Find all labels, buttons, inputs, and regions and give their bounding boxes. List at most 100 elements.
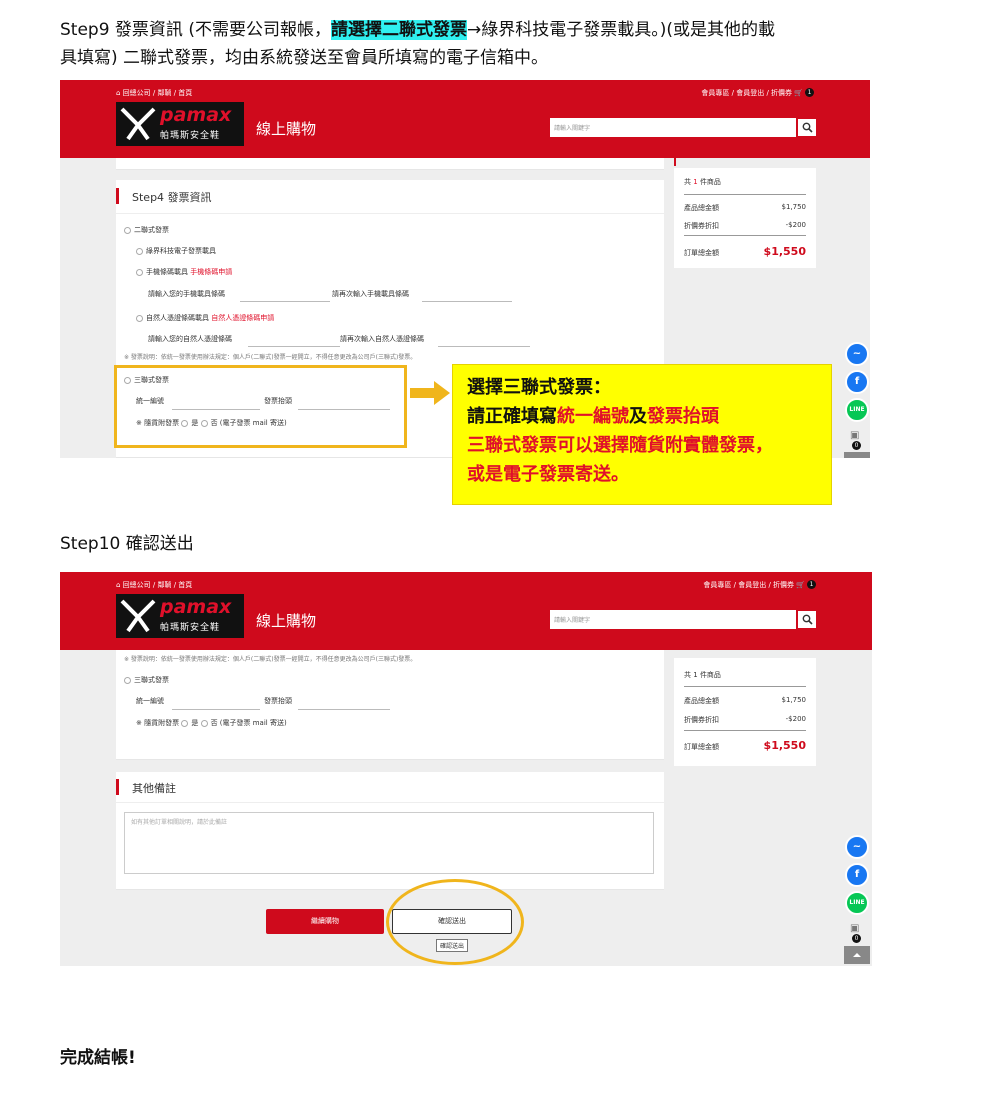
step9-heading: Step9 發票資訊 (不需要公司報帳，請選擇二聯式發票→綠界科技電子發票載具。… [60, 16, 940, 72]
mobile-confirm-field[interactable] [422, 301, 512, 302]
search-button[interactable] [797, 610, 817, 629]
step9-line2: 具填寫) 二聯式發票，均由系統發送至會員所填寫的電子信箱中。 [60, 48, 549, 68]
invoice-title-field[interactable] [298, 709, 390, 710]
panel-accent [116, 779, 119, 795]
citizen-input-label: 請輸入您的自然人憑證條碼 [148, 335, 232, 343]
paper-yes-label: 是 [191, 719, 199, 727]
coupon-link[interactable]: 折價券 [771, 89, 792, 97]
messenger-icon[interactable]: ~ [845, 835, 869, 859]
two-part-label: 二聯式發票 [134, 226, 169, 234]
remarks-textarea[interactable]: 如有其他訂單相關說明，請於此備註 [124, 812, 654, 874]
invoice-note: ※ 發票說明：依統一發票使用辦法規定：個人戶(二聯式)發票一經開立，不得任意更改… [124, 354, 417, 361]
pamax-logo[interactable]: pamax 帕瑪斯安全鞋 [116, 102, 244, 146]
citizen-carrier-label: 自然人憑證條碼載具 [146, 314, 209, 322]
breadcrumb-text: 回總公司 / 鄰鞝 / 首頁 [122, 89, 193, 97]
continue-shopping-button[interactable]: 繼續購物 [266, 909, 384, 934]
invoice-step-title: Step4 發票資訊 [132, 191, 212, 204]
callout-note: 選擇三聯式發票： 請正確填寫統一編號及發票抬頭 三聯式發票可以選擇隨貨附實體發票… [452, 364, 832, 505]
subtotal-value: $1,750 [781, 203, 807, 211]
pamax-logo[interactable]: pamax 帕瑪斯安全鞋 [116, 594, 244, 638]
site-title: 線上購物 [256, 612, 317, 630]
callout-line2-a: 請正確填寫 [467, 406, 557, 427]
history-badge: 0 [852, 441, 861, 450]
site-header: ⌂ 回總公司 / 鄰鞝 / 首頁 會員專區 / 會員登出 / 折價券 🛒 1 pa… [60, 572, 872, 650]
scroll-top-button[interactable] [844, 452, 870, 458]
mobile-confirm-label: 請再次輸入手機載具條碼 [332, 290, 409, 298]
invoice-note: ※ 發票說明：依統一發票使用辦法規定：個人戶(二聯式)發票一經開立，不得任意更改… [124, 656, 417, 663]
radio-icon [136, 268, 143, 276]
coupon-row: 折價券折扣 -$200 [684, 715, 806, 725]
citizen-confirm-field[interactable] [438, 346, 530, 347]
mobile-apply-link[interactable]: 手機條碼申請 [190, 268, 232, 276]
two-part-radio[interactable]: 二聯式發票 [124, 225, 169, 235]
top-links: 會員專區 / 會員登出 / 折價券 🛒 1 [701, 88, 814, 98]
cart-icon[interactable]: 🛒 [794, 89, 803, 97]
submit-highlight-ellipse [386, 879, 524, 965]
panel-accent [116, 188, 119, 204]
search-button[interactable] [797, 118, 817, 137]
logo-cn: 帕瑪斯安全鞋 [160, 623, 221, 633]
line-icon[interactable]: LINE [845, 891, 869, 915]
history-icon[interactable]: ▣0 [850, 923, 870, 943]
paper-yes-radio[interactable] [181, 719, 189, 727]
total-row: 訂單總金額 $1,550 [684, 739, 806, 752]
mobile-carrier-radio[interactable]: 手機條碼載具 手機條碼申請 [136, 267, 232, 277]
item-count: 共 1 件商品 [684, 177, 806, 187]
done-text: 完成結帳! [60, 1048, 136, 1068]
member-area-link[interactable]: 會員專區 [703, 581, 731, 589]
ecpay-carrier-radio[interactable]: 綠界科技電子發票載具 [136, 246, 216, 256]
citizen-apply-link[interactable]: 自然人憑證條碼申請 [211, 314, 274, 322]
mobile-input-label: 請輸入您的手機載具條碼 [148, 290, 225, 298]
subtotal-row: 產品總金額 $1,750 [684, 203, 806, 213]
paper-no-radio[interactable] [200, 719, 208, 727]
paper-invoice-row: ※ 隨貨附發票 是 否 (電子發票 mail 寄送) [136, 718, 287, 728]
coupon-link[interactable]: 折價券 [773, 581, 794, 589]
facebook-icon[interactable]: f [845, 863, 869, 887]
breadcrumb-text: 回總公司 / 鄰鞝 / 首頁 [122, 581, 193, 589]
messenger-icon[interactable]: ~ [845, 342, 869, 366]
total-value: $1,550 [763, 739, 806, 752]
three-part-radio[interactable]: 三聯式發票 [124, 675, 169, 685]
callout-line2-d: 發票抬頭 [647, 406, 719, 427]
arrow-right-icon [410, 381, 450, 405]
search-icon [802, 122, 813, 133]
logout-link[interactable]: 會員登出 [736, 89, 764, 97]
citizen-carrier-radio[interactable]: 自然人憑證條碼載具 自然人憑證條碼申請 [136, 313, 274, 323]
step9-highlight: 請選擇二聯式發票 [330, 20, 467, 40]
member-area-link[interactable]: 會員專區 [701, 89, 729, 97]
coupon-value: -$200 [785, 715, 806, 723]
history-icon[interactable]: ▣0 [850, 430, 870, 450]
summary-divider [684, 235, 806, 236]
search-input[interactable]: 請輸入關鍵字 [550, 118, 796, 137]
coupon-row: 折價券折扣 -$200 [684, 221, 806, 231]
breadcrumb[interactable]: ⌂ 回總公司 / 鄰鞝 / 首頁 [116, 580, 192, 590]
step10-heading: Step10 確認送出 [60, 534, 194, 554]
mobile-input-field[interactable] [240, 301, 330, 302]
logo-cn: 帕瑪斯安全鞋 [160, 131, 221, 141]
ecpay-carrier-label: 綠界科技電子發票載具 [146, 247, 216, 255]
search-input[interactable]: 請輸入關鍵字 [550, 610, 796, 629]
tax-id-field[interactable] [172, 709, 260, 710]
citizen-input-field[interactable] [248, 346, 340, 347]
summary-accent [674, 158, 676, 166]
step9-prefix: Step9 發票資訊 (不需要公司報帳， [60, 20, 331, 40]
history-badge: 0 [852, 934, 861, 943]
count-value: 1 [693, 178, 698, 186]
facebook-icon[interactable]: f [845, 370, 869, 394]
subtotal-value: $1,750 [781, 696, 807, 704]
logout-link[interactable]: 會員登出 [738, 581, 766, 589]
logo-en: pamax [160, 596, 232, 618]
item-count: 共 1 件商品 [684, 670, 806, 680]
breadcrumb[interactable]: ⌂ 回總公司 / 鄰鞝 / 首頁 [116, 88, 192, 98]
line-icon-text: LINE [849, 899, 865, 906]
line-icon[interactable]: LINE [845, 398, 869, 422]
total-row: 訂單總金額 $1,550 [684, 245, 806, 258]
count-prefix: 共 [684, 178, 691, 186]
remarks-title: 其他備註 [132, 782, 176, 795]
cart-icon[interactable]: 🛒 [796, 581, 805, 589]
subtotal-label: 產品總金額 [684, 697, 719, 705]
callout-line2-c: 及 [629, 406, 647, 427]
coupon-value: -$200 [785, 221, 806, 229]
scroll-top-button[interactable] [844, 946, 870, 964]
count-suffix: 件商品 [699, 671, 721, 679]
